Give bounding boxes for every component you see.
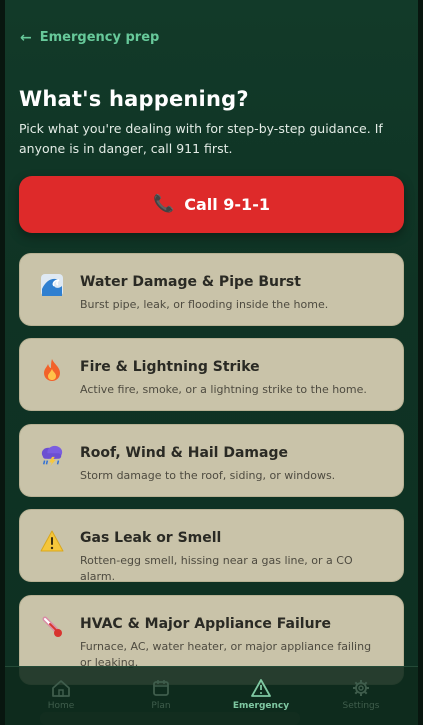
page-title: What's happening?	[19, 87, 249, 111]
call-button-label: Call 9-1-1	[184, 195, 270, 214]
thermometer-icon	[40, 615, 64, 639]
gear-icon	[351, 679, 371, 697]
water-wave-icon	[40, 273, 64, 297]
emergency-card-storm[interactable]: Roof, Wind & Hail Damage Storm damage to…	[19, 424, 404, 497]
warning-triangle-icon	[40, 529, 64, 553]
back-label: Emergency prep	[39, 30, 160, 45]
emergency-description: Rotten-egg smell, hissing near a gas lin…	[80, 554, 353, 583]
warning-triangle-icon	[251, 679, 271, 697]
nav-item-settings[interactable]: Settings	[326, 679, 396, 711]
call-911-button[interactable]: 📞 Call 9-1-1	[19, 176, 404, 233]
nav-item-home[interactable]: Home	[26, 679, 96, 711]
screen-edge-right	[418, 0, 423, 725]
app-screen: ← Emergency prep What's happening? Pick …	[0, 0, 423, 725]
emergency-card-water[interactable]: Water Damage & Pipe Burst Burst pipe, le…	[19, 253, 404, 326]
nav-label: Settings	[342, 701, 380, 711]
nav-label: Home	[47, 701, 75, 711]
emergency-title: Gas Leak or Smell	[80, 530, 222, 546]
screen-edge-left	[0, 0, 5, 725]
nav-item-emergency[interactable]: Emergency	[226, 679, 296, 711]
phone-icon: 📞	[153, 194, 175, 214]
fire-icon	[40, 358, 64, 382]
emergency-description: Storm damage to the roof, siding, or win…	[80, 469, 336, 482]
nav-label: Plan	[151, 701, 171, 711]
nav-label: Emergency	[232, 701, 290, 711]
back-link[interactable]: ← Emergency prep	[20, 30, 159, 45]
bottom-nav: Home Plan Emergency Settings	[5, 666, 418, 725]
emergency-card-fire[interactable]: Fire & Lightning Strike Active fire, smo…	[19, 338, 404, 411]
emergency-card-gas[interactable]: Gas Leak or Smell Rotten-egg smell, hiss…	[19, 509, 404, 583]
emergency-title: Fire & Lightning Strike	[80, 359, 260, 375]
emergency-title: Roof, Wind & Hail Damage	[80, 445, 288, 461]
home-icon	[51, 679, 71, 697]
emergency-description: Active fire, smoke, or a lightning strik…	[80, 383, 367, 396]
storm-cloud-icon	[40, 444, 64, 468]
emergency-title: HVAC & Major Appliance Failure	[80, 616, 331, 632]
calendar-icon	[151, 679, 171, 697]
page-subtitle: Pick what you're dealing with for step-b…	[19, 121, 383, 156]
back-arrow-icon: ←	[20, 29, 32, 46]
emergency-description: Burst pipe, leak, or flooding inside the…	[80, 298, 329, 311]
emergency-title: Water Damage & Pipe Burst	[80, 274, 301, 290]
nav-item-plan[interactable]: Plan	[126, 679, 196, 711]
